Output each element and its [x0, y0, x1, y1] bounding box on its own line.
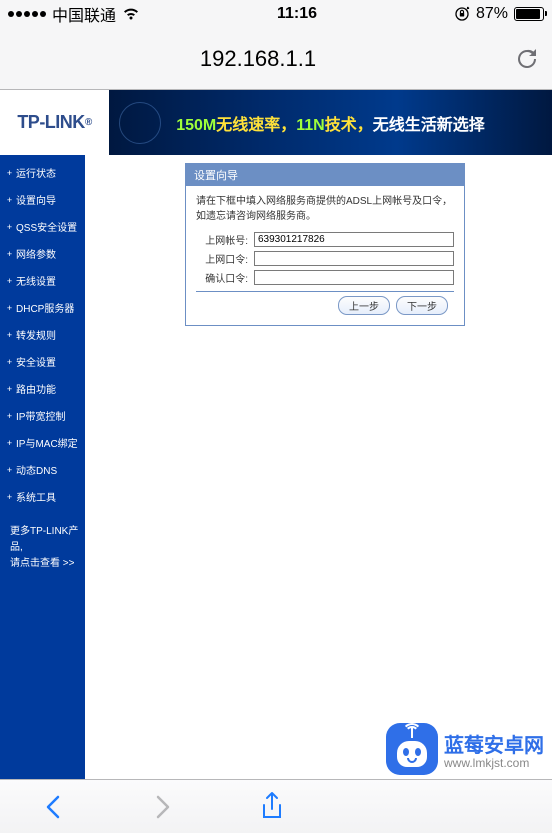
nav-item-bandwidth[interactable]: +IP带宽控制	[0, 402, 85, 429]
panel-title: 设置向导	[186, 164, 464, 186]
nav-item-system[interactable]: +系统工具	[0, 483, 85, 510]
carrier-label: 中国联通	[52, 2, 116, 26]
nav-item-network[interactable]: +网络参数	[0, 240, 85, 267]
battery-pct: 87%	[476, 5, 508, 23]
nav-item-forwarding[interactable]: +转发规则	[0, 321, 85, 348]
clock: 11:16	[277, 5, 317, 23]
safari-toolbar	[0, 779, 552, 833]
account-label: 上网帐号:	[196, 232, 254, 247]
password-label: 上网口令:	[196, 251, 254, 266]
orientation-lock-icon	[454, 6, 470, 22]
nav-item-wizard[interactable]: +设置向导	[0, 186, 85, 213]
prev-button[interactable]: 上一步	[338, 296, 390, 315]
router-admin-page: TP-LINK® 150M无线速率，11N技术，无线生活新选择 +运行状态 +设…	[0, 90, 552, 779]
nav-item-status[interactable]: +运行状态	[0, 159, 85, 186]
nav-item-ipmac[interactable]: +IP与MAC绑定	[0, 429, 85, 456]
banner-art: 150M无线速率，11N技术，无线生活新选择	[109, 90, 552, 155]
wifi-icon	[122, 7, 140, 21]
nav-item-dhcp[interactable]: +DHCP服务器	[0, 294, 85, 321]
panel-hint: 请在下框中填入网络服务商提供的ADSL上网帐号及口令，如遗忘请咨询网络服务商。	[196, 194, 454, 224]
confirm-label: 确认口令:	[196, 270, 254, 285]
url-field[interactable]: 192.168.1.1	[12, 46, 504, 72]
browser-address-bar: 192.168.1.1	[0, 28, 552, 90]
nav-item-wireless[interactable]: +无线设置	[0, 267, 85, 294]
password-input[interactable]	[254, 251, 454, 266]
reload-icon[interactable]	[514, 46, 540, 72]
back-button[interactable]	[43, 793, 65, 821]
signal-strength-icon	[8, 11, 46, 17]
nav-item-security[interactable]: +安全设置	[0, 348, 85, 375]
nav-item-ddns[interactable]: +动态DNS	[0, 456, 85, 483]
setup-wizard-panel: 设置向导 请在下框中填入网络服务商提供的ADSL上网帐号及口令，如遗忘请咨询网络…	[185, 163, 465, 326]
account-input[interactable]	[254, 232, 454, 247]
nav-item-routing[interactable]: +路由功能	[0, 375, 85, 402]
confirm-input[interactable]	[254, 270, 454, 285]
nav-item-qss[interactable]: +QSS安全设置	[0, 213, 85, 240]
battery-icon	[514, 7, 544, 21]
next-button[interactable]: 下一步	[396, 296, 448, 315]
share-button[interactable]	[259, 791, 285, 823]
forward-button[interactable]	[151, 793, 173, 821]
sidebar-nav: +运行状态 +设置向导 +QSS安全设置 +网络参数 +无线设置 +DHCP服务…	[0, 155, 85, 779]
brand-logo: TP-LINK®	[0, 90, 109, 155]
more-products-link[interactable]: 更多TP-LINK产品, 请点击查看 >>	[0, 524, 85, 572]
ios-status-bar: 中国联通 11:16 87%	[0, 0, 552, 28]
